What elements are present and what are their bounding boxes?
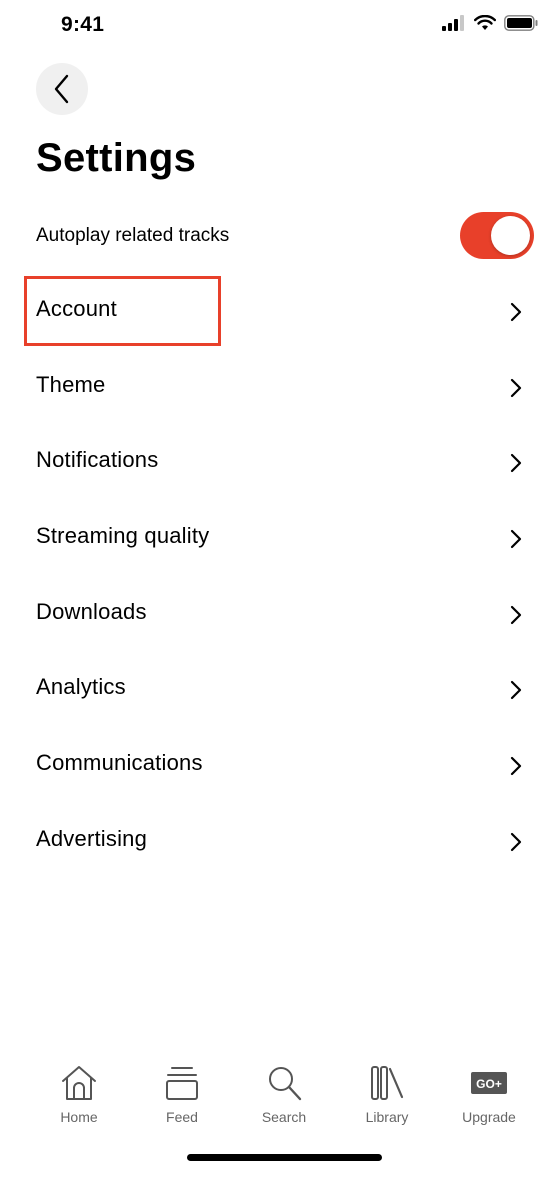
tab-label: Home bbox=[60, 1109, 98, 1125]
chevron-right-icon bbox=[510, 832, 522, 851]
settings-item-communications[interactable]: Communications bbox=[0, 728, 558, 804]
settings-list: Account Theme Notifications Streaming qu… bbox=[0, 274, 558, 880]
chevron-right-icon bbox=[510, 378, 522, 397]
settings-item-streaming-quality[interactable]: Streaming quality bbox=[0, 501, 558, 577]
settings-item-downloads[interactable]: Downloads bbox=[0, 577, 558, 653]
chevron-right-icon bbox=[510, 757, 522, 776]
feed-icon bbox=[166, 1067, 198, 1100]
settings-item-advertising[interactable]: Advertising bbox=[0, 804, 558, 880]
home-icon bbox=[62, 1066, 96, 1100]
status-icons bbox=[442, 15, 538, 31]
battery-icon bbox=[504, 15, 538, 31]
tab-home[interactable]: Home bbox=[34, 1062, 124, 1132]
chevron-right-icon bbox=[510, 302, 522, 322]
status-time: 9:41 bbox=[61, 13, 105, 36]
home-indicator bbox=[187, 1154, 382, 1161]
chevron-left-icon bbox=[54, 74, 69, 104]
tab-label: Feed bbox=[166, 1109, 198, 1125]
chevron-right-icon bbox=[510, 681, 522, 700]
settings-item-label: Account bbox=[36, 296, 117, 321]
settings-item-label: Communications bbox=[36, 750, 203, 776]
settings-item-label: Downloads bbox=[36, 598, 147, 624]
page-title: Settings bbox=[36, 136, 197, 180]
chevron-right-icon bbox=[510, 454, 522, 473]
toggle-knob bbox=[491, 216, 530, 255]
cellular-signal-icon bbox=[442, 15, 464, 31]
upgrade-icon: GO+ bbox=[471, 1072, 507, 1094]
search-icon bbox=[269, 1067, 302, 1101]
settings-item-analytics[interactable]: Analytics bbox=[0, 652, 558, 728]
wifi-icon bbox=[474, 15, 496, 30]
autoplay-label: Autoplay related tracks bbox=[36, 225, 230, 246]
autoplay-toggle[interactable] bbox=[460, 212, 534, 259]
tab-upgrade[interactable]: GO+ Upgrade bbox=[444, 1062, 534, 1132]
chevron-right-icon bbox=[510, 529, 522, 549]
settings-item-label: Analytics bbox=[36, 674, 126, 700]
settings-item-label: Streaming quality bbox=[36, 523, 210, 549]
tab-bar: Home Feed Search Library GO+ Upgrade bbox=[0, 1062, 558, 1132]
library-icon bbox=[371, 1066, 404, 1100]
settings-item-account[interactable]: Account bbox=[0, 274, 558, 350]
settings-item-notifications[interactable]: Notifications bbox=[0, 425, 558, 501]
settings-item-label: Advertising bbox=[36, 825, 148, 851]
tab-library[interactable]: Library bbox=[342, 1062, 432, 1132]
settings-item-theme[interactable]: Theme bbox=[0, 350, 558, 426]
tab-label: Upgrade bbox=[462, 1109, 516, 1125]
tab-feed[interactable]: Feed bbox=[137, 1062, 227, 1132]
chevron-right-icon bbox=[510, 605, 522, 624]
autoplay-row: Autoplay related tracks bbox=[36, 212, 534, 260]
tab-search[interactable]: Search bbox=[239, 1062, 329, 1132]
back-button[interactable] bbox=[36, 63, 88, 115]
tab-label: Search bbox=[261, 1109, 307, 1125]
settings-item-label: Notifications bbox=[36, 447, 159, 473]
status-bar: 9:41 bbox=[0, 0, 558, 52]
tab-label: Library bbox=[365, 1109, 409, 1125]
settings-item-label: Theme bbox=[36, 371, 106, 397]
upgrade-badge-text: GO+ bbox=[476, 1077, 502, 1091]
